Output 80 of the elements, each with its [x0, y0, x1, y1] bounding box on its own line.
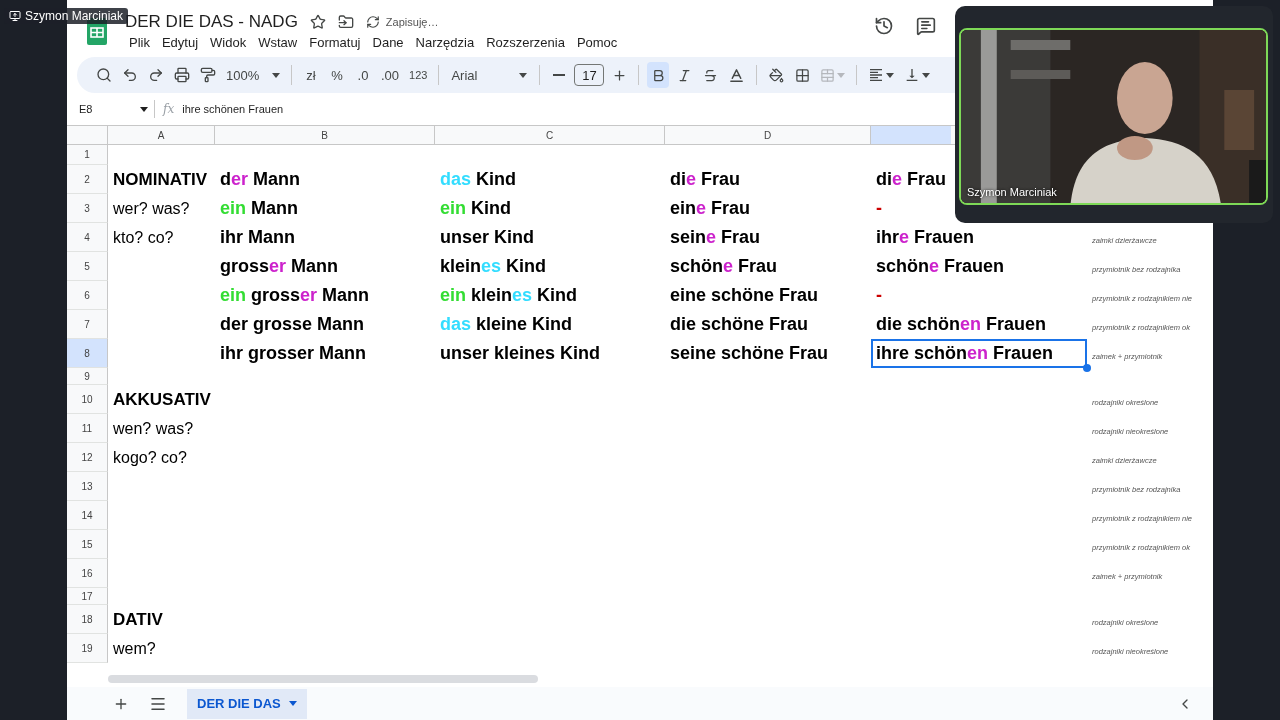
sheet-tab[interactable]: DER DIE DAS [187, 688, 307, 719]
table-cell-text: AKKUSATIV [112, 388, 212, 411]
table-cell-text: seine Frau [669, 226, 762, 249]
decrease-decimals-button[interactable]: .0 [352, 62, 374, 88]
document-title[interactable]: DER DIE DAS - NADG [125, 12, 298, 32]
menu-item[interactable]: Rozszerzenia [480, 35, 571, 50]
table-cell-text: ein Kind [439, 197, 512, 220]
row-number[interactable]: 1 [67, 145, 108, 165]
table-cell-text: ihre Frauen [875, 226, 976, 249]
menu-item[interactable]: Narzędzia [409, 35, 481, 50]
row-number[interactable]: 7 [67, 310, 108, 339]
table-cell-text: kto? co? [112, 227, 175, 248]
table-cell-text: ihr Mann [219, 226, 296, 249]
menu-item[interactable]: Pomoc [570, 35, 624, 50]
row-number[interactable]: 4 [67, 223, 108, 252]
table-cell-text: ein Mann [219, 197, 299, 220]
zoom-dropdown[interactable]: 100% [223, 62, 283, 88]
table-cell-text: schöne Frau [669, 255, 779, 278]
formula-field[interactable]: ihre schönen Frauen [182, 103, 284, 115]
row-number[interactable]: 14 [67, 501, 108, 530]
row-number[interactable]: 8 [67, 339, 108, 368]
table-cell-text: ein grosser Mann [219, 284, 371, 307]
row-number[interactable]: 15 [67, 530, 108, 559]
table-cell-text: ihr grosser Mann [219, 342, 368, 365]
row-number[interactable]: 11 [67, 414, 108, 443]
row-number[interactable]: 19 [67, 634, 108, 663]
table-cell-text: kleines Kind [439, 255, 548, 278]
table-cell-text: der grosse Mann [219, 313, 366, 336]
table-cell-text: das Kind [439, 168, 518, 191]
menu-item[interactable]: Plik [123, 35, 156, 50]
row-number[interactable]: 2 [67, 165, 108, 194]
row-number[interactable]: 9 [67, 368, 108, 385]
table-cell-text: NOMINATIV [112, 168, 209, 191]
table-cell-text: ein kleines Kind [439, 284, 579, 307]
table-cell-text: eine Frau [669, 197, 752, 220]
table-cell-text: wem? [112, 638, 157, 659]
percent-button[interactable]: % [326, 62, 348, 88]
table-cell-text: das kleine Kind [439, 313, 574, 336]
table-cell-text: - [875, 284, 883, 307]
function-label: fx [163, 102, 175, 116]
menu-item[interactable]: Formatuj [303, 35, 367, 50]
row-number[interactable]: 3 [67, 194, 108, 223]
table-cell-text: die Frau [875, 168, 948, 191]
table-cell-text: DATIV [112, 608, 164, 631]
row-number[interactable]: 16 [67, 559, 108, 588]
table-cell-text: die schönen Frauen [875, 313, 1048, 336]
table-cell-text: seine schöne Frau [669, 342, 830, 365]
font-dropdown[interactable]: Arial [447, 67, 532, 83]
table-cell-text: schöne Frauen [875, 255, 1006, 278]
table-cell-text: die schöne Frau [669, 313, 810, 336]
row-number[interactable]: 10 [67, 385, 108, 414]
increase-decimals-button[interactable]: .00 [378, 62, 403, 88]
table-cell-text: eine schöne Frau [669, 284, 820, 307]
row-number[interactable]: 17 [67, 588, 108, 605]
menu-item[interactable]: Widok [204, 35, 253, 50]
menu-item[interactable]: Edytuj [155, 35, 205, 50]
menu-item[interactable]: Dane [366, 35, 410, 50]
table-cell-text: der Mann [219, 168, 301, 191]
table-cell-text: wer? was? [112, 198, 191, 219]
participant-name: Szymon Marciniak [967, 186, 1057, 198]
table-cell-text: wen? was? [112, 418, 195, 439]
currency-button[interactable]: zł [300, 62, 322, 88]
font-size-field[interactable]: 17 [574, 64, 605, 86]
row-number[interactable]: 12 [67, 443, 108, 472]
row-number[interactable]: 6 [67, 281, 108, 310]
table-cell: ihre schönen Frauen [871, 339, 1087, 368]
presenter-name: Szymon Marciniak [25, 9, 124, 23]
table-cell-text: die Frau [669, 168, 742, 191]
number-format-button[interactable]: 123 [406, 62, 431, 88]
table-cell-text: kogo? co? [112, 447, 188, 468]
name-box[interactable]: E8 [79, 100, 155, 118]
table-cell-text: grosser Mann [219, 255, 340, 278]
row-number[interactable]: 5 [67, 252, 108, 281]
menu-item[interactable]: Wstaw [252, 35, 304, 50]
table-cell-text: unser kleines Kind [439, 342, 602, 365]
table-cell-text: unser Kind [439, 226, 535, 249]
save-status: Zapisuję… [385, 16, 439, 28]
table-cell-text: - [875, 197, 883, 220]
row-number[interactable]: 18 [67, 605, 108, 634]
row-number[interactable]: 13 [67, 472, 108, 501]
